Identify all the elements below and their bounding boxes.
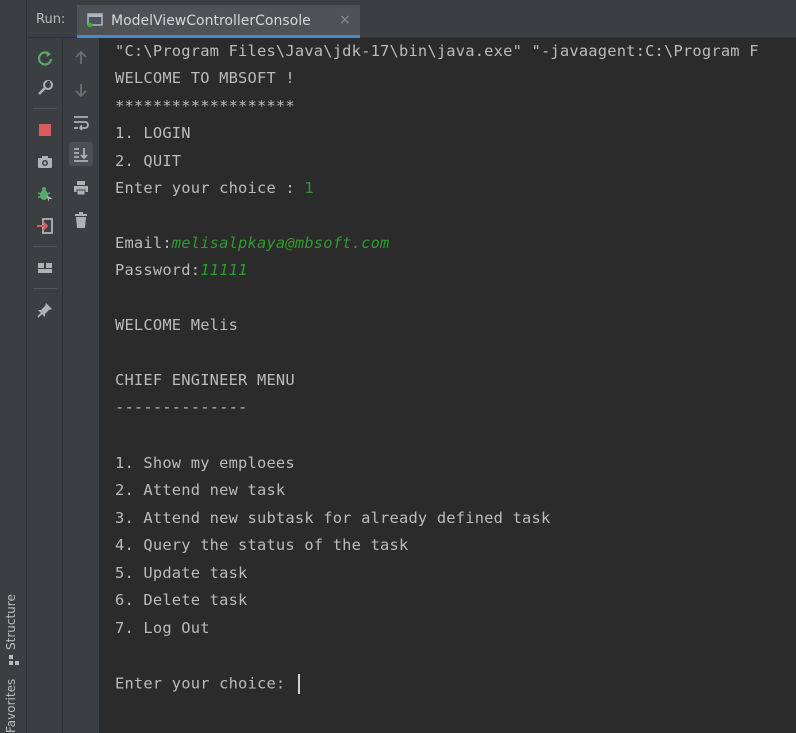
run-toolbar (27, 38, 63, 733)
console-app-icon (87, 13, 103, 27)
choice-input-value: 1 (304, 179, 314, 197)
console-option: 7. Log Out (115, 619, 210, 637)
console-email-line: Email:melisalpkaya@mbsoft.com (115, 234, 390, 256)
favorites-tool-tab[interactable]: Favorites (4, 679, 18, 733)
side-tool-strip: Structure Favorites (0, 0, 27, 733)
text-caret (297, 674, 300, 694)
console-option: 4. Query the status of the task (115, 536, 409, 554)
soft-wrap-icon[interactable] (69, 110, 93, 134)
arrow-down-icon[interactable] (69, 78, 93, 102)
console-menu-login: 1. LOGIN (115, 124, 191, 142)
password-input-value: 11111 (200, 261, 248, 279)
pin-icon[interactable] (33, 298, 57, 322)
arrow-up-icon[interactable] (69, 46, 93, 70)
console-dashes: -------------- (115, 398, 248, 416)
tab-title: ModelViewControllerConsole (111, 13, 311, 29)
trash-icon[interactable] (69, 208, 93, 232)
toolbar-separator (33, 108, 57, 109)
close-icon[interactable]: × (339, 12, 351, 28)
print-icon[interactable] (69, 176, 93, 200)
console-choice-line: Enter your choice : 1 (115, 179, 314, 201)
email-label: Email: (115, 234, 172, 252)
tab-model-view-controller-console[interactable]: ModelViewControllerConsole × (77, 5, 360, 38)
run-label: Run: (36, 12, 66, 27)
console-welcome-line: WELCOME TO MBSOFT ! (115, 69, 295, 87)
console-option: 6. Delete task (115, 591, 248, 609)
console-option: 5. Update task (115, 564, 248, 582)
console-option: 3. Attend new subtask for already define… (115, 509, 551, 527)
scroll-to-end-icon[interactable] (69, 142, 93, 166)
email-input-value: melisalpkaya@mbsoft.com (171, 234, 390, 252)
console-password-line: Password:11111 (115, 261, 248, 283)
stop-icon[interactable] (33, 118, 57, 142)
structure-tool-tab[interactable]: Structure (4, 594, 18, 650)
console-stars-line: ******************* (115, 97, 295, 115)
rerun-icon[interactable] (33, 46, 57, 70)
password-label: Password: (115, 261, 201, 279)
console-menu-quit: 2. QUIT (115, 152, 182, 170)
camera-icon[interactable] (33, 150, 57, 174)
console-toolbar (63, 38, 100, 733)
structure-icon (9, 655, 19, 665)
layout-icon[interactable] (33, 256, 57, 280)
console-output[interactable]: "C:\Program Files\Java\jdk-17\bin\java.e… (100, 38, 796, 733)
wrench-icon[interactable] (33, 76, 57, 100)
console-option: 1. Show my emploees (115, 454, 295, 472)
final-prompt: Enter your choice: (115, 674, 295, 693)
exit-icon[interactable] (33, 214, 57, 238)
toolbar-separator (33, 288, 57, 289)
run-panel-header: Run: ModelViewControllerConsole × (27, 0, 796, 38)
console-chief-menu-title: CHIEF ENGINEER MENU (115, 371, 295, 389)
debug-bug-icon[interactable] (33, 182, 57, 206)
console-option: 2. Attend new task (115, 481, 286, 499)
console-command-line: "C:\Program Files\Java\jdk-17\bin\java.e… (115, 42, 759, 60)
console-welcome-user: WELCOME Melis (115, 316, 239, 334)
console-final-prompt-line[interactable]: Enter your choice: (115, 674, 300, 696)
choice-prompt: Enter your choice : (115, 179, 305, 197)
toolbar-separator (33, 246, 57, 247)
